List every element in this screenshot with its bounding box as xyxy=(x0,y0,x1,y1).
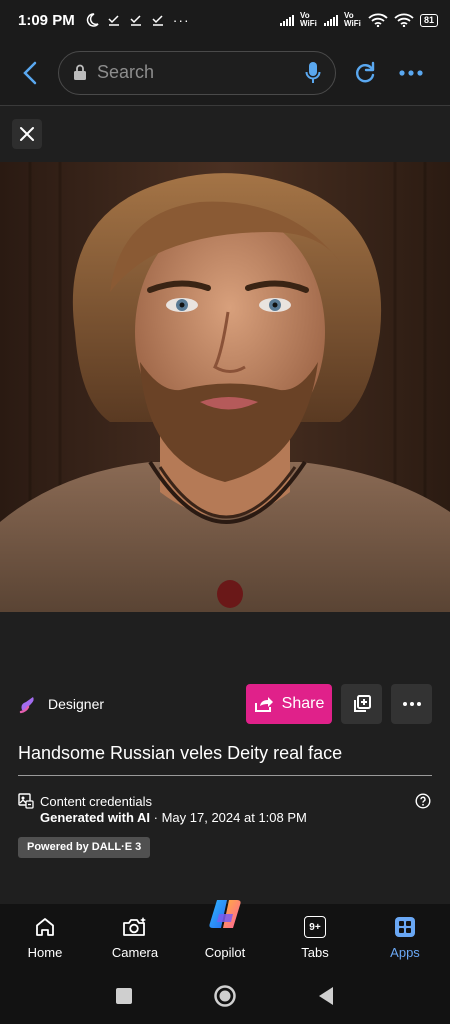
designer-logo-icon xyxy=(19,697,34,714)
share-icon xyxy=(254,697,273,712)
nav-item-camera[interactable]: Camera xyxy=(90,904,180,968)
nav-item-copilot[interactable]: Copilot xyxy=(180,900,270,968)
more-horizontal-icon xyxy=(402,702,421,706)
recents-icon[interactable] xyxy=(115,987,133,1005)
designer-action-row: Designer Share xyxy=(18,684,432,724)
more-horizontal-icon xyxy=(399,69,423,76)
generated-info: Generated with AI · May 17, 2024 at 1:08… xyxy=(40,810,307,825)
wifi-icon xyxy=(368,13,388,27)
refresh-button[interactable] xyxy=(350,58,380,88)
back-button[interactable] xyxy=(12,55,48,91)
wifi-icon xyxy=(394,13,414,27)
tabs-icon: 9+ xyxy=(304,916,326,938)
nav-label-camera: Camera xyxy=(111,945,159,960)
close-icon xyxy=(20,127,34,141)
content-credentials-row: Content credentials xyxy=(18,791,432,811)
nav-label-apps: Apps xyxy=(390,945,420,960)
help-icon xyxy=(415,793,431,809)
designer-label: Designer xyxy=(48,696,105,712)
designer-image-view: Designer Share Handsome Russian veles De… xyxy=(0,107,450,904)
more-notifications-icon: ··· xyxy=(172,12,190,28)
status-bar: 1:09 PM ··· Vo WiFi Vo WiFi 81 xyxy=(0,0,450,40)
generated-date: · May 17, 2024 at 1:08 PM xyxy=(150,810,307,825)
nav-label-tabs: Tabs xyxy=(301,945,329,960)
content-credentials-label: Content credentials xyxy=(40,793,153,809)
bottom-navigation: Home Camera Copilot 9+ Tabs Apps xyxy=(0,900,450,968)
search-placeholder: Search xyxy=(97,62,155,82)
add-to-collection-button[interactable] xyxy=(341,684,382,724)
browser-menu-button[interactable] xyxy=(396,58,426,88)
status-time: 1:09 PM xyxy=(18,11,75,29)
back-system-icon[interactable] xyxy=(317,986,335,1006)
copy-plus-icon xyxy=(353,695,371,712)
signal-icon xyxy=(323,14,338,26)
apps-icon xyxy=(395,917,415,937)
camera-icon xyxy=(123,917,146,936)
chevron-left-icon xyxy=(23,61,37,84)
home-icon xyxy=(36,918,54,936)
status-notification-icons: ··· xyxy=(85,12,190,28)
prompt-title: Handsome Russian veles Deity real face xyxy=(18,743,343,763)
system-navigation-bar xyxy=(0,968,450,1024)
microphone-icon[interactable] xyxy=(305,61,321,85)
moon-icon xyxy=(86,13,99,27)
share-label: Share xyxy=(281,695,325,712)
portrait-image xyxy=(0,162,450,612)
download-done-icon xyxy=(152,15,163,26)
download-done-icon xyxy=(108,15,119,26)
copilot-icon xyxy=(209,900,241,928)
powered-by-badge: Powered by DALL·E 3 xyxy=(18,837,151,858)
search-input[interactable]: Search xyxy=(58,50,336,95)
help-button[interactable] xyxy=(414,792,432,810)
more-options-button[interactable] xyxy=(391,684,432,724)
share-button[interactable]: Share xyxy=(246,684,332,724)
nav-item-tabs[interactable]: 9+ Tabs xyxy=(270,904,360,968)
close-button[interactable] xyxy=(12,119,42,149)
signal-icon xyxy=(279,14,294,26)
vowifi-label: Vo WiFi xyxy=(299,11,317,28)
vowifi-label: Vo WiFi xyxy=(343,11,361,28)
download-done-icon xyxy=(130,15,141,26)
generated-with-ai-label: Generated with AI xyxy=(40,810,151,825)
credentials-icon xyxy=(18,793,34,809)
divider xyxy=(18,775,432,776)
nav-item-apps[interactable]: Apps xyxy=(360,904,450,968)
nav-label-copilot: Copilot xyxy=(204,945,246,960)
battery-indicator: 81 xyxy=(419,13,438,27)
browser-toolbar: Search xyxy=(0,40,450,106)
nav-item-home[interactable]: Home xyxy=(0,904,90,968)
home-system-icon[interactable] xyxy=(213,984,237,1008)
generated-image[interactable] xyxy=(0,162,450,612)
nav-label-home: Home xyxy=(27,945,63,960)
lock-icon xyxy=(74,64,86,80)
refresh-icon xyxy=(356,61,375,82)
